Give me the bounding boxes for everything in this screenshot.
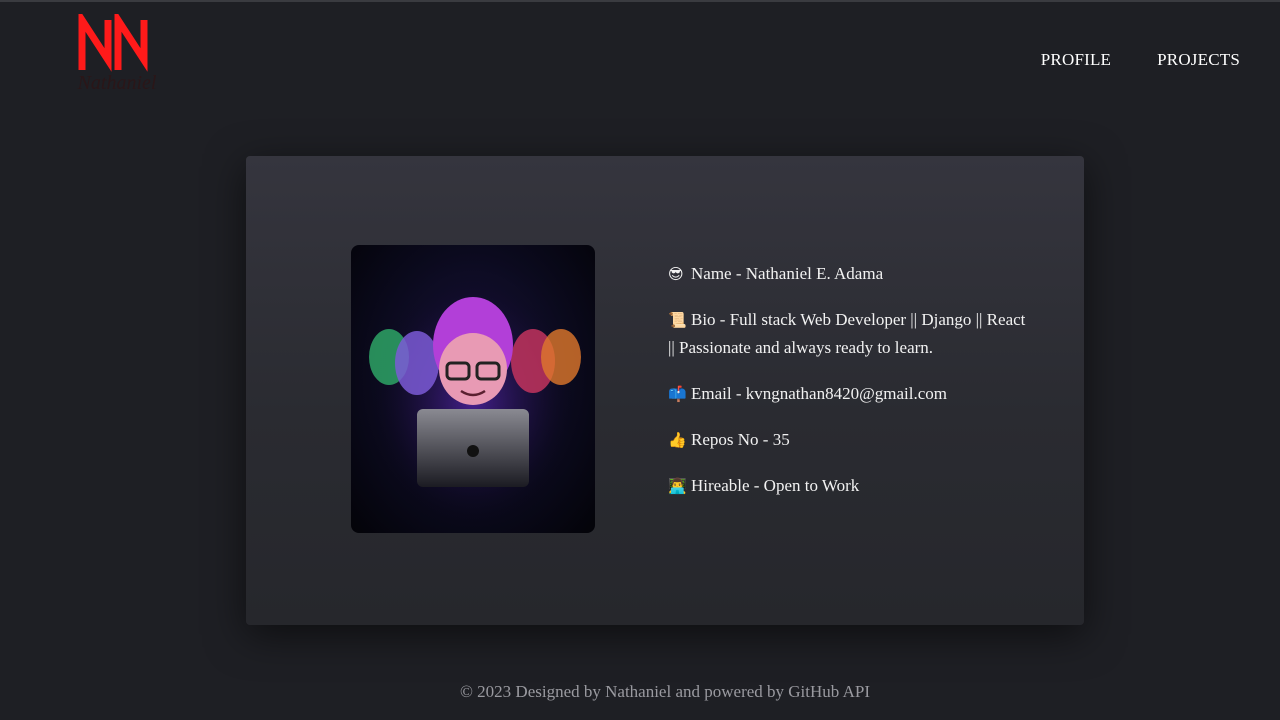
profile-bio-row: 📜 Bio - Full stack Web Developer || Djang… (668, 306, 1028, 362)
logo-mark-icon (78, 14, 148, 72)
profile-email-row: 📫 Email - kvngnathan8420@gmail.com (668, 380, 1028, 408)
technologist-icon: 👨‍💻 (668, 477, 687, 495)
scroll-icon: 📜 (668, 311, 687, 329)
logo-text: Nathaniel (77, 72, 157, 94)
profile-info: 😎 Name - Nathaniel E. Adama 📜 Bio - Full s… (668, 260, 1028, 518)
thumbs-up-icon: 👍 (668, 431, 687, 449)
mailbox-icon: 📫 (668, 385, 687, 403)
profile-repos-row: 👍 Repos No - 35 (668, 426, 1028, 454)
profile-email: Email - kvngnathan8420@gmail.com (691, 384, 947, 403)
sunglasses-icon: 😎 (668, 265, 684, 283)
nav-projects-link[interactable]: PROJECTS (1157, 50, 1240, 70)
page-footer: © 2023 Designed by Nathaniel and powered… (460, 682, 870, 701)
profile-hireable: Hireable - Open to Work (691, 476, 860, 495)
profile-bio: Bio - Full stack Web Developer || Django… (668, 310, 1026, 357)
main-nav: PROFILE PROJECTS (1041, 50, 1240, 70)
profile-name: Name - Nathaniel E. Adama (691, 264, 884, 283)
profile-repos: Repos No - 35 (691, 430, 790, 449)
profile-name-row: 😎 Name - Nathaniel E. Adama (668, 260, 1028, 288)
nav-profile-link[interactable]: PROFILE (1041, 50, 1111, 70)
profile-card: 😎 Name - Nathaniel E. Adama 📜 Bio - Full s… (246, 156, 1084, 625)
profile-avatar-image (351, 245, 595, 533)
profile-hireable-row: 👨‍💻 Hireable - Open to Work (668, 472, 1028, 500)
